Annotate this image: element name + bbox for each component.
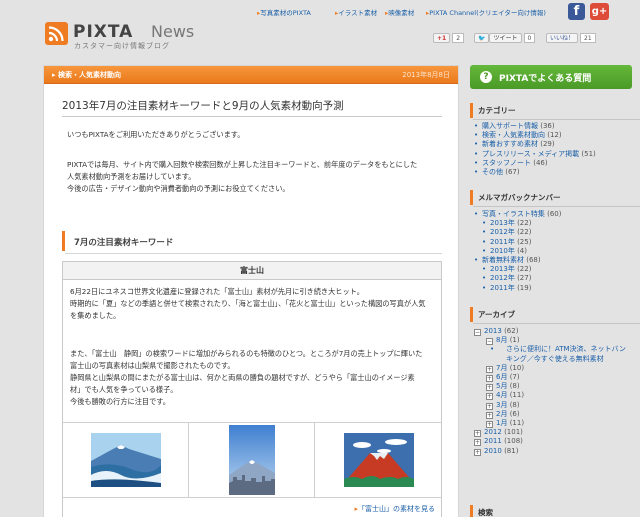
- archive-month[interactable]: +6月 (7): [474, 373, 626, 383]
- sidebar-item[interactable]: 新着おすすめ素材 (29): [474, 140, 596, 149]
- sidebar-item[interactable]: 2011年 (19): [474, 284, 561, 293]
- article-category[interactable]: ▸ 検索・人気素材動向: [52, 70, 121, 80]
- archive-year[interactable]: +2012 (101): [474, 428, 626, 438]
- sidebar-item[interactable]: 2012年 (27): [474, 274, 561, 283]
- archive-month[interactable]: +3月 (8): [474, 401, 626, 410]
- archive-year[interactable]: +2010 (81): [474, 447, 626, 456]
- article-header-bar: ▸ 検索・人気素材動向 2013年8月8日: [44, 66, 458, 84]
- faq-button[interactable]: ? PIXTAでよくある質問: [470, 65, 632, 89]
- fuji-wave-photo[interactable]: [91, 433, 161, 487]
- intro-text: いつもPIXTAをご利用いただきありがとうございます。: [67, 130, 245, 139]
- expand-icon[interactable]: +: [486, 421, 493, 429]
- keyword-heading: 富士山: [63, 262, 441, 280]
- google-plus-icon[interactable]: g+: [590, 3, 609, 20]
- sidebar-item[interactable]: スタッフノート (46): [474, 159, 596, 168]
- sidebar-item[interactable]: 2011年 (25): [474, 238, 561, 247]
- tweet-button[interactable]: 🐦 ツイート 0: [474, 33, 536, 43]
- sidebar-item[interactable]: 写真・イラスト特集 (60): [474, 210, 561, 219]
- archive-month[interactable]: +1月 (11): [474, 419, 626, 429]
- site-logo-news[interactable]: News: [151, 22, 194, 41]
- archive-post[interactable]: さらに便利に！ATM決済、ネットバン: [474, 345, 626, 354]
- expand-icon[interactable]: +: [486, 411, 493, 419]
- archive-month[interactable]: +5月 (8): [474, 382, 626, 392]
- categories-heading: カテゴリー: [470, 103, 640, 120]
- fuji-city-photo[interactable]: [229, 425, 275, 495]
- top-nav-video[interactable]: ▸映像素材: [385, 7, 414, 17]
- archive-year[interactable]: +2011 (108): [474, 437, 626, 447]
- sidebar-item[interactable]: 新着無料素材 (68): [474, 256, 561, 265]
- expand-icon[interactable]: +: [474, 439, 481, 447]
- mailmag-heading: メルマガバックナンバー: [470, 190, 640, 207]
- twitter-icon: 🐦: [474, 33, 490, 43]
- red-fuji-illustration[interactable]: [344, 433, 414, 487]
- keyword-para-1: 6月22日にユネスコ世界文化遺産に登録された「富士山」素材が先月に引き続き大ヒッ…: [70, 287, 426, 320]
- expand-icon[interactable]: +: [474, 430, 481, 438]
- image-cell: [315, 423, 441, 498]
- archive-month[interactable]: +7月 (10): [474, 364, 626, 373]
- archive-year-2013[interactable]: −2013 (62): [474, 327, 626, 336]
- sidebar-item[interactable]: その他 (67): [474, 168, 596, 177]
- article-date: 2013年8月8日: [402, 71, 450, 79]
- sidebar-item[interactable]: 2010年 (4): [474, 247, 561, 256]
- archive-heading: アーカイブ: [470, 307, 640, 324]
- site-logo[interactable]: PIXTA: [73, 22, 133, 42]
- expand-icon[interactable]: +: [486, 375, 493, 383]
- image-row: [63, 422, 441, 498]
- expand-icon[interactable]: +: [486, 384, 493, 392]
- top-nav-channel[interactable]: ▸PIXTA Channel(クリエイター向け情報): [426, 7, 546, 17]
- site-tagline: カスタマー向け情報ブログ: [74, 42, 170, 50]
- gplus-share[interactable]: +1 2: [433, 33, 465, 43]
- sidebar-item[interactable]: プレスリリース・メディア掲載 (51): [474, 150, 596, 159]
- categories-list: 購入サポート情報 (36) 検索・人気素材動向 (12) 新着おすすめ素材 (2…: [474, 122, 596, 177]
- image-cell: [189, 423, 315, 498]
- collapse-icon[interactable]: −: [486, 338, 493, 346]
- archive-list: −2013 (62) −8月 (1) さらに便利に！ATM決済、ネットバン キン…: [474, 327, 626, 456]
- keyword-box: 富士山 6月22日にユネスコ世界文化遺産に登録された「富士山」素材が先月に引き続…: [62, 261, 442, 517]
- expand-icon[interactable]: +: [486, 393, 493, 401]
- archive-month[interactable]: +2月 (6): [474, 410, 626, 419]
- top-nav-illust[interactable]: ▸イラスト素材: [335, 7, 377, 17]
- expand-icon[interactable]: +: [486, 365, 493, 373]
- site-header: PIXTA News カスタマー向け情報ブログ ▸写真素材のPIXTA ▸イラス…: [0, 0, 640, 58]
- keyword-para-2: また、「富士山 静岡」の検索ワードに増加がみられるのも特徴のひとつ。ところが7月…: [70, 349, 423, 406]
- facebook-like-button[interactable]: いいね！ 21: [546, 33, 596, 43]
- sidebar-item[interactable]: 購入サポート情報 (36): [474, 122, 596, 131]
- rss-icon[interactable]: [45, 22, 68, 45]
- fuji-materials-link[interactable]: ▸「富士山」の素材を見る: [354, 504, 435, 514]
- title-divider: [62, 116, 442, 117]
- top-nav-photo[interactable]: ▸写真素材のPIXTA: [257, 7, 311, 17]
- mailmag-list: 写真・イラスト特集 (60) 2013年 (22) 2012年 (22) 201…: [474, 210, 561, 293]
- article: ▸ 検索・人気素材動向 2013年8月8日 2013年7月の注目素材キーワードと…: [43, 65, 459, 517]
- sidebar-item[interactable]: 2012年 (22): [474, 228, 561, 237]
- archive-post-cont[interactable]: キング／今すぐ使える無料素材: [474, 355, 626, 364]
- question-icon: ?: [480, 71, 492, 83]
- expand-icon[interactable]: +: [486, 402, 493, 410]
- facebook-icon[interactable]: f: [568, 3, 585, 20]
- image-cell: [63, 423, 189, 498]
- collapse-icon[interactable]: −: [474, 329, 481, 336]
- search-heading: 検索: [470, 505, 640, 517]
- archive-month[interactable]: +4月 (11): [474, 391, 626, 401]
- section-heading: 7月の注目素材キーワード: [62, 231, 442, 254]
- body-text: PIXTAでは毎月、サイト内で購入回数や検索回数が上昇した注目キーワードと、前年…: [67, 160, 418, 193]
- page-title: 2013年7月の注目素材キーワードと9月の人気素材動向予測: [62, 100, 344, 112]
- expand-icon[interactable]: +: [474, 448, 481, 456]
